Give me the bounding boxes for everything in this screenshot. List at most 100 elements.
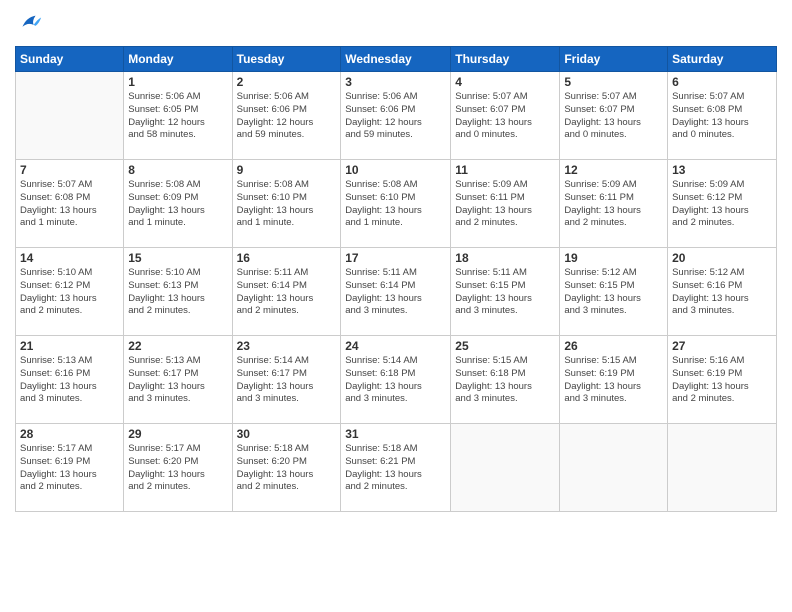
day-number: 14: [20, 251, 119, 265]
calendar-week-row: 14 Sunrise: 5:10 AM Sunset: 6:12 PM Dayli…: [16, 248, 777, 336]
day-info: Sunrise: 5:06 AM Sunset: 6:06 PM Dayligh…: [345, 91, 446, 142]
calendar-header-wednesday: Wednesday: [341, 47, 451, 72]
day-number: 7: [20, 163, 119, 177]
calendar-week-row: 1 Sunrise: 5:06 AM Sunset: 6:05 PM Daylig…: [16, 72, 777, 160]
day-info: Sunrise: 5:14 AM Sunset: 6:17 PM Dayligh…: [237, 355, 337, 406]
day-number: 9: [237, 163, 337, 177]
day-number: 28: [20, 427, 119, 441]
calendar-cell: 28 Sunrise: 5:17 AM Sunset: 6:19 PM Dayli…: [16, 424, 124, 512]
day-info: Sunrise: 5:08 AM Sunset: 6:10 PM Dayligh…: [237, 179, 337, 230]
calendar-header-monday: Monday: [124, 47, 232, 72]
day-info: Sunrise: 5:15 AM Sunset: 6:18 PM Dayligh…: [455, 355, 555, 406]
calendar-week-row: 21 Sunrise: 5:13 AM Sunset: 6:16 PM Dayli…: [16, 336, 777, 424]
day-info: Sunrise: 5:07 AM Sunset: 6:08 PM Dayligh…: [672, 91, 772, 142]
calendar-header-friday: Friday: [560, 47, 668, 72]
calendar-cell: 30 Sunrise: 5:18 AM Sunset: 6:20 PM Dayli…: [232, 424, 341, 512]
calendar-header-tuesday: Tuesday: [232, 47, 341, 72]
day-info: Sunrise: 5:09 AM Sunset: 6:12 PM Dayligh…: [672, 179, 772, 230]
calendar-cell: 9 Sunrise: 5:08 AM Sunset: 6:10 PM Daylig…: [232, 160, 341, 248]
header: [15, 10, 777, 38]
day-number: 5: [564, 75, 663, 89]
calendar-cell: 29Sunrise: 5:17 AM Sunset: 6:20 PM Dayli…: [124, 424, 232, 512]
calendar-cell: 3 Sunrise: 5:06 AM Sunset: 6:06 PM Daylig…: [341, 72, 451, 160]
calendar-cell: [451, 424, 560, 512]
day-number: 19: [564, 251, 663, 265]
calendar-week-row: 28 Sunrise: 5:17 AM Sunset: 6:19 PM Dayli…: [16, 424, 777, 512]
day-info: Sunrise: 5:13 AM Sunset: 6:17 PM Dayligh…: [128, 355, 227, 406]
day-number: 27: [672, 339, 772, 353]
day-number: 4: [455, 75, 555, 89]
day-number: 31: [345, 427, 446, 441]
day-info: Sunrise: 5:06 AM Sunset: 6:06 PM Dayligh…: [237, 91, 337, 142]
day-number: 12: [564, 163, 663, 177]
day-number: 2: [237, 75, 337, 89]
calendar-cell: 25Sunrise: 5:15 AM Sunset: 6:18 PM Dayli…: [451, 336, 560, 424]
calendar: SundayMondayTuesdayWednesdayThursdayFrid…: [15, 46, 777, 512]
day-info: Sunrise: 5:11 AM Sunset: 6:15 PM Dayligh…: [455, 267, 555, 318]
calendar-cell: 24 Sunrise: 5:14 AM Sunset: 6:18 PM Dayli…: [341, 336, 451, 424]
day-info: Sunrise: 5:14 AM Sunset: 6:18 PM Dayligh…: [345, 355, 446, 406]
calendar-cell: 26Sunrise: 5:15 AM Sunset: 6:19 PM Dayli…: [560, 336, 668, 424]
day-info: Sunrise: 5:10 AM Sunset: 6:12 PM Dayligh…: [20, 267, 119, 318]
calendar-cell: 4 Sunrise: 5:07 AM Sunset: 6:07 PM Daylig…: [451, 72, 560, 160]
day-info: Sunrise: 5:09 AM Sunset: 6:11 PM Dayligh…: [455, 179, 555, 230]
calendar-cell: 14 Sunrise: 5:10 AM Sunset: 6:12 PM Dayli…: [16, 248, 124, 336]
day-info: Sunrise: 5:08 AM Sunset: 6:10 PM Dayligh…: [345, 179, 446, 230]
calendar-cell: 13 Sunrise: 5:09 AM Sunset: 6:12 PM Dayli…: [668, 160, 777, 248]
calendar-cell: 7 Sunrise: 5:07 AM Sunset: 6:08 PM Daylig…: [16, 160, 124, 248]
day-info: Sunrise: 5:07 AM Sunset: 6:08 PM Dayligh…: [20, 179, 119, 230]
calendar-header-saturday: Saturday: [668, 47, 777, 72]
calendar-header-sunday: Sunday: [16, 47, 124, 72]
calendar-cell: [16, 72, 124, 160]
day-number: 13: [672, 163, 772, 177]
day-info: Sunrise: 5:09 AM Sunset: 6:11 PM Dayligh…: [564, 179, 663, 230]
calendar-cell: 22 Sunrise: 5:13 AM Sunset: 6:17 PM Dayli…: [124, 336, 232, 424]
calendar-header-row: SundayMondayTuesdayWednesdayThursdayFrid…: [16, 47, 777, 72]
day-number: 1: [128, 75, 227, 89]
calendar-header-thursday: Thursday: [451, 47, 560, 72]
calendar-cell: 1 Sunrise: 5:06 AM Sunset: 6:05 PM Daylig…: [124, 72, 232, 160]
calendar-cell: 31Sunrise: 5:18 AM Sunset: 6:21 PM Dayli…: [341, 424, 451, 512]
day-info: Sunrise: 5:18 AM Sunset: 6:20 PM Dayligh…: [237, 443, 337, 494]
day-number: 30: [237, 427, 337, 441]
day-number: 29: [128, 427, 227, 441]
day-number: 10: [345, 163, 446, 177]
calendar-cell: 11 Sunrise: 5:09 AM Sunset: 6:11 PM Dayli…: [451, 160, 560, 248]
day-number: 8: [128, 163, 227, 177]
calendar-cell: 10 Sunrise: 5:08 AM Sunset: 6:10 PM Dayli…: [341, 160, 451, 248]
calendar-cell: 15Sunrise: 5:10 AM Sunset: 6:13 PM Dayli…: [124, 248, 232, 336]
day-number: 24: [345, 339, 446, 353]
day-info: Sunrise: 5:13 AM Sunset: 6:16 PM Dayligh…: [20, 355, 119, 406]
day-number: 16: [237, 251, 337, 265]
day-info: Sunrise: 5:06 AM Sunset: 6:05 PM Dayligh…: [128, 91, 227, 142]
calendar-cell: 27Sunrise: 5:16 AM Sunset: 6:19 PM Dayli…: [668, 336, 777, 424]
calendar-cell: [560, 424, 668, 512]
day-number: 23: [237, 339, 337, 353]
page-container: SundayMondayTuesdayWednesdayThursdayFrid…: [0, 0, 792, 522]
calendar-cell: 5 Sunrise: 5:07 AM Sunset: 6:07 PM Daylig…: [560, 72, 668, 160]
day-number: 6: [672, 75, 772, 89]
day-info: Sunrise: 5:10 AM Sunset: 6:13 PM Dayligh…: [128, 267, 227, 318]
day-info: Sunrise: 5:11 AM Sunset: 6:14 PM Dayligh…: [345, 267, 446, 318]
day-number: 21: [20, 339, 119, 353]
day-number: 22: [128, 339, 227, 353]
day-info: Sunrise: 5:12 AM Sunset: 6:16 PM Dayligh…: [672, 267, 772, 318]
calendar-cell: 17Sunrise: 5:11 AM Sunset: 6:14 PM Dayli…: [341, 248, 451, 336]
day-info: Sunrise: 5:08 AM Sunset: 6:09 PM Dayligh…: [128, 179, 227, 230]
calendar-cell: 8 Sunrise: 5:08 AM Sunset: 6:09 PM Daylig…: [124, 160, 232, 248]
calendar-week-row: 7 Sunrise: 5:07 AM Sunset: 6:08 PM Daylig…: [16, 160, 777, 248]
calendar-cell: 18 Sunrise: 5:11 AM Sunset: 6:15 PM Dayli…: [451, 248, 560, 336]
day-info: Sunrise: 5:17 AM Sunset: 6:19 PM Dayligh…: [20, 443, 119, 494]
day-info: Sunrise: 5:11 AM Sunset: 6:14 PM Dayligh…: [237, 267, 337, 318]
day-number: 3: [345, 75, 446, 89]
logo-bird-icon: [15, 10, 43, 38]
day-info: Sunrise: 5:07 AM Sunset: 6:07 PM Dayligh…: [455, 91, 555, 142]
day-number: 11: [455, 163, 555, 177]
calendar-cell: 23 Sunrise: 5:14 AM Sunset: 6:17 PM Dayli…: [232, 336, 341, 424]
day-number: 26: [564, 339, 663, 353]
day-info: Sunrise: 5:12 AM Sunset: 6:15 PM Dayligh…: [564, 267, 663, 318]
day-number: 18: [455, 251, 555, 265]
logo: [15, 10, 47, 38]
calendar-cell: 16 Sunrise: 5:11 AM Sunset: 6:14 PM Dayli…: [232, 248, 341, 336]
day-info: Sunrise: 5:07 AM Sunset: 6:07 PM Dayligh…: [564, 91, 663, 142]
